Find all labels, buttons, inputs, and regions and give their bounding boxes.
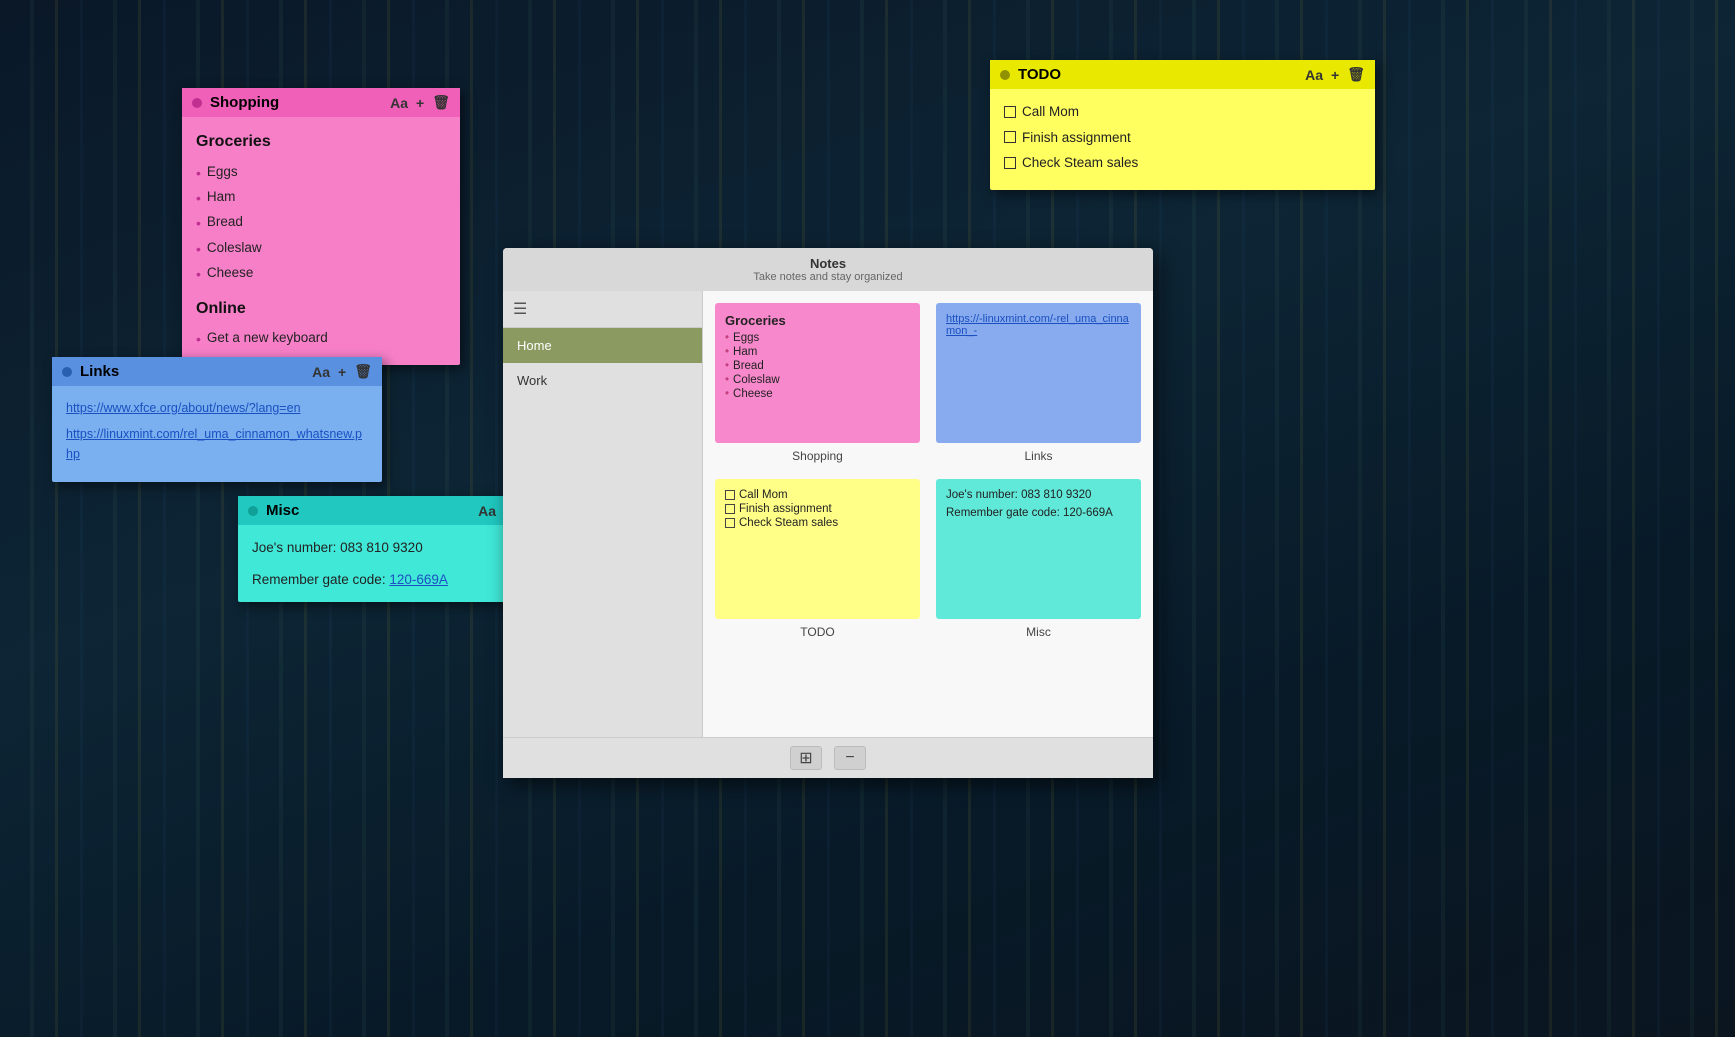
links-note-title: Links [80, 363, 304, 380]
todo-dot-icon [1000, 70, 1010, 80]
links-note-body: https://www.xfce.org/about/news/?lang=en… [52, 386, 382, 482]
note-card-wrapper-links: https://-linuxmint.com/-rel_uma_cinnamon… [936, 303, 1141, 463]
links-add-button[interactable]: + [338, 364, 346, 380]
shopping-dot-icon [192, 98, 202, 108]
card-item: Coleslaw [725, 374, 910, 386]
card-todo-item-3: Check Steam sales [725, 517, 910, 529]
list-item: Bread [196, 211, 446, 234]
links-header-actions: Aa + 🗑 [312, 363, 372, 380]
links-delete-button[interactable]: 🗑 [354, 363, 372, 380]
todo-note-header: TODO Aa + 🗑 [990, 60, 1375, 89]
todo-list: Call Mom Finish assignment Check Steam s… [1004, 101, 1361, 174]
card-todo-item-1: Call Mom [725, 489, 910, 501]
links-fontsize-button[interactable]: Aa [312, 364, 330, 380]
notes-app-body: ☰ Home Work Groceries Eggs Ham Bread Col… [503, 291, 1153, 737]
list-item: Get a new keyboard [196, 327, 446, 350]
sidebar-item-home[interactable]: Home [503, 328, 702, 363]
misc-note-title: Misc [266, 502, 470, 519]
note-card-links[interactable]: https://-linuxmint.com/-rel_uma_cinnamon… [936, 303, 1141, 443]
note-card-shopping[interactable]: Groceries Eggs Ham Bread Coleslaw Cheese [715, 303, 920, 443]
shopping-note-header: Shopping Aa + 🗑 [182, 88, 460, 117]
groceries-section-title: Groceries [196, 129, 446, 155]
card-label-todo: TODO [715, 625, 920, 639]
todo-note-title: TODO [1018, 66, 1297, 83]
shopping-fontsize-button[interactable]: Aa [390, 95, 408, 111]
gate-code-link[interactable]: 120-669A [389, 572, 448, 587]
card-item: Eggs [725, 332, 910, 344]
todo-delete-button[interactable]: 🗑 [1347, 66, 1365, 83]
list-item: Ham [196, 186, 446, 209]
notes-content: Groceries Eggs Ham Bread Coleslaw Cheese… [703, 291, 1153, 737]
todo-add-button[interactable]: + [1331, 67, 1339, 83]
todo-note: TODO Aa + 🗑 Call Mom Finish assignment C… [990, 60, 1375, 190]
card-link-item[interactable]: https://-linuxmint.com/-rel_uma_cinnamon… [946, 313, 1129, 337]
notes-app-title: Notes [511, 256, 1145, 271]
note-card-misc[interactable]: Joe's number: 083 810 9320 Remember gate… [936, 479, 1141, 619]
online-section-title: Online [196, 296, 446, 322]
groceries-list: Eggs Ham Bread Coleslaw Cheese [196, 161, 446, 286]
hamburger-icon[interactable]: ☰ [513, 299, 527, 319]
links-note-header: Links Aa + 🗑 [52, 357, 382, 386]
misc-fontsize-button[interactable]: Aa [478, 503, 496, 519]
notes-titlebar: Notes Take notes and stay organized [503, 248, 1153, 291]
card-item: Cheese [725, 388, 910, 400]
shopping-header-actions: Aa + 🗑 [390, 94, 450, 111]
notes-footer: ⊞ − [503, 737, 1153, 778]
online-list: Get a new keyboard [196, 327, 446, 350]
note-card-wrapper-misc: Joe's number: 083 810 9320 Remember gate… [936, 479, 1141, 639]
list-item: Coleslaw [196, 237, 446, 260]
todo-item-2: Finish assignment [1004, 127, 1361, 149]
shopping-delete-button[interactable]: 🗑 [432, 94, 450, 111]
link-item-1[interactable]: https://www.xfce.org/about/news/?lang=en [66, 398, 368, 418]
todo-fontsize-button[interactable]: Aa [1305, 67, 1323, 83]
misc-card-line-2: Remember gate code: 120-669A [946, 507, 1131, 519]
misc-line-2: Remember gate code: 120-669A [252, 569, 534, 591]
card-title-shopping: Groceries [725, 313, 910, 328]
card-label-shopping: Shopping [715, 449, 920, 463]
notes-grid: Groceries Eggs Ham Bread Coleslaw Cheese… [715, 303, 1141, 639]
card-checkbox-1[interactable] [725, 490, 735, 500]
misc-line-1: Joe's number: 083 810 9320 [252, 537, 534, 559]
link-item-2[interactable]: https://linuxmint.com/rel_uma_cinnamon_w… [66, 424, 368, 464]
todo-item-3: Check Steam sales [1004, 152, 1361, 174]
notes-app-window: Notes Take notes and stay organized ☰ Ho… [503, 248, 1153, 778]
misc-note-header: Misc Aa + 🗑 [238, 496, 548, 525]
misc-card-line-1: Joe's number: 083 810 9320 [946, 489, 1131, 501]
list-item: Eggs [196, 161, 446, 184]
notes-remove-button[interactable]: − [834, 746, 866, 770]
shopping-note-body: Groceries Eggs Ham Bread Coleslaw Cheese… [182, 117, 460, 365]
card-checkbox-3[interactable] [725, 518, 735, 528]
links-dot-icon [62, 367, 72, 377]
todo-note-body: Call Mom Finish assignment Check Steam s… [990, 89, 1375, 190]
note-card-wrapper-shopping: Groceries Eggs Ham Bread Coleslaw Cheese… [715, 303, 920, 463]
list-item: Cheese [196, 262, 446, 285]
links-note: Links Aa + 🗑 https://www.xfce.org/about/… [52, 357, 382, 482]
checkbox-1[interactable] [1004, 106, 1016, 118]
card-label-misc: Misc [936, 625, 1141, 639]
notes-sidebar: ☰ Home Work [503, 291, 703, 737]
todo-item-1: Call Mom [1004, 101, 1361, 123]
misc-note-body: Joe's number: 083 810 9320 Remember gate… [238, 525, 548, 602]
card-item: Bread [725, 360, 910, 372]
card-label-links: Links [936, 449, 1141, 463]
checkbox-3[interactable] [1004, 157, 1016, 169]
card-checkbox-2[interactable] [725, 504, 735, 514]
shopping-note-title: Shopping [210, 94, 382, 111]
card-item: Ham [725, 346, 910, 358]
notes-add-button[interactable]: ⊞ [790, 746, 822, 770]
notes-sidebar-header: ☰ [503, 291, 702, 328]
sidebar-item-work[interactable]: Work [503, 363, 702, 398]
card-todo-item-2: Finish assignment [725, 503, 910, 515]
shopping-add-button[interactable]: + [416, 95, 424, 111]
note-card-wrapper-todo: Call Mom Finish assignment Check Steam s… [715, 479, 920, 639]
shopping-note: Shopping Aa + 🗑 Groceries Eggs Ham Bread… [182, 88, 460, 365]
todo-header-actions: Aa + 🗑 [1305, 66, 1365, 83]
misc-dot-icon [248, 506, 258, 516]
notes-app-subtitle: Take notes and stay organized [511, 271, 1145, 283]
note-card-todo[interactable]: Call Mom Finish assignment Check Steam s… [715, 479, 920, 619]
misc-note: Misc Aa + 🗑 Joe's number: 083 810 9320 R… [238, 496, 548, 602]
checkbox-2[interactable] [1004, 131, 1016, 143]
